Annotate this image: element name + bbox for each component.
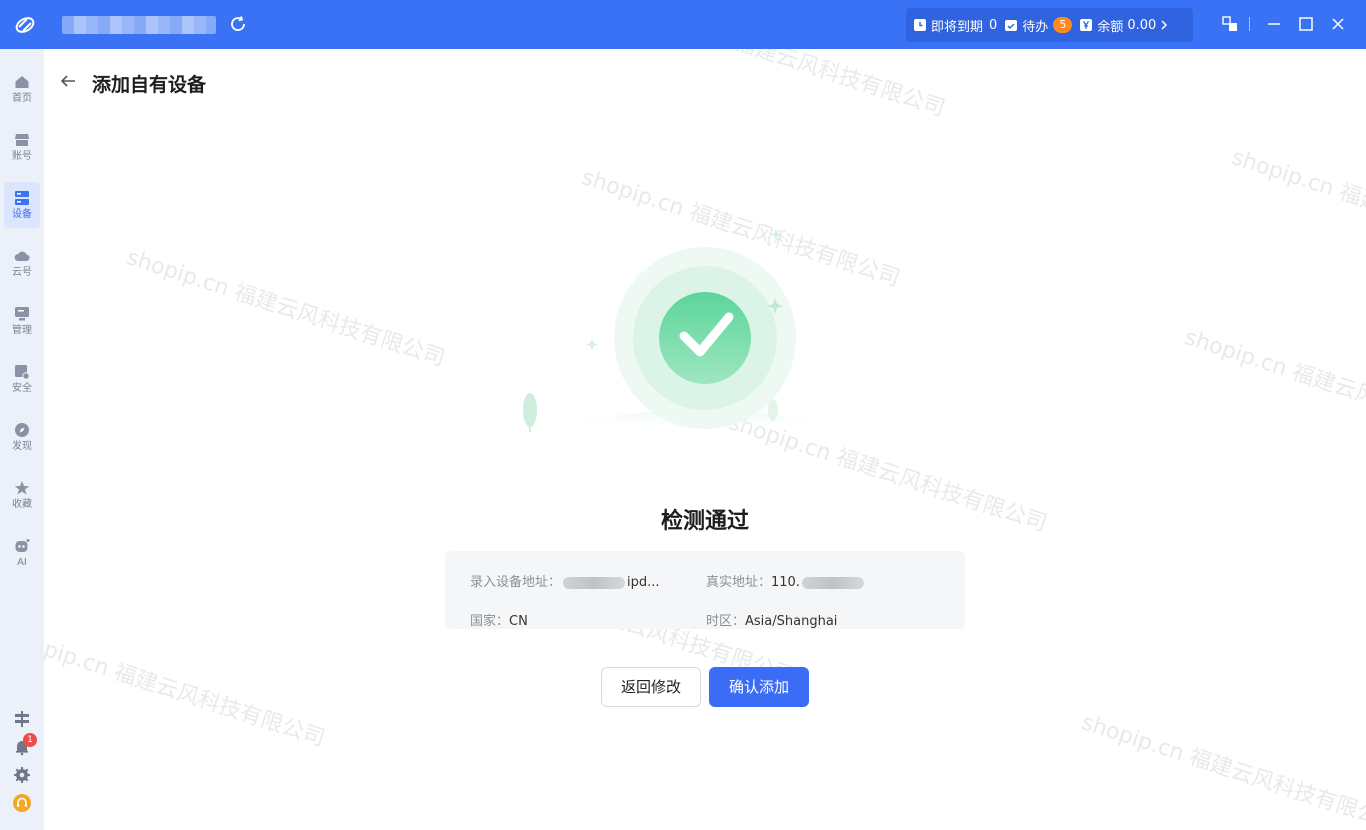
- clock-icon: [914, 19, 926, 31]
- sidebar-item-accounts[interactable]: 账号: [4, 124, 40, 170]
- sidebar-item-label: 安全: [12, 382, 32, 394]
- close-icon[interactable]: [1328, 14, 1348, 34]
- todo-indicator[interactable]: 待办 5: [1005, 16, 1073, 35]
- server-icon: [15, 190, 29, 205]
- sidebar-item-cloud[interactable]: 云号: [4, 240, 40, 286]
- gear-icon[interactable]: [13, 766, 31, 784]
- signpost-icon[interactable]: [13, 710, 31, 728]
- real-address-row: 真实地址：110.: [706, 571, 866, 590]
- success-check-illustration: [510, 230, 890, 440]
- country-value: CN: [509, 614, 528, 629]
- blurred-account-name: [62, 16, 216, 34]
- sidebar-item-label: AI: [17, 556, 27, 568]
- compass-icon: [15, 422, 29, 437]
- app-logo-icon: [15, 17, 35, 33]
- monitor-icon: [15, 306, 29, 320]
- yen-icon: [1080, 19, 1093, 31]
- balance-label: 余额: [1097, 19, 1124, 35]
- watermark: shopip.cn 福建云风科技有限公司: [1078, 710, 1366, 830]
- timezone-value: Asia/Shanghai: [745, 614, 838, 629]
- notification-badge: 1: [23, 733, 37, 747]
- timezone-row: 时区：Asia/Shanghai: [706, 610, 837, 629]
- sidebar-item-label: 云号: [12, 266, 32, 278]
- device-address-label: 录入设备地址：: [470, 575, 562, 590]
- device-address-suffix: ipd...: [627, 575, 660, 590]
- pin-window-icon[interactable]: [1220, 14, 1240, 34]
- maximize-icon[interactable]: [1296, 14, 1316, 34]
- sidebar-item-label: 发现: [12, 440, 32, 452]
- sidebar-item-label: 设备: [12, 208, 32, 220]
- sidebar-item-discover[interactable]: 发现: [4, 414, 40, 460]
- country-label: 国家：: [470, 614, 510, 629]
- balance-indicator[interactable]: 余额 0.00: [1080, 16, 1170, 35]
- minimize-icon[interactable]: [1264, 14, 1284, 34]
- calendar-check-icon: [1005, 20, 1018, 31]
- redacted-value: [563, 576, 626, 589]
- watermark: shopip.cn 福建云风科技有限公司: [123, 245, 448, 372]
- expiring-count: 0: [989, 17, 998, 33]
- sidebar-item-label: 管理: [12, 324, 32, 336]
- store-icon: [15, 133, 29, 146]
- watermark: shopip.cn 福建云风科技有限公司: [3, 625, 328, 752]
- result-title: 检测通过: [660, 509, 749, 534]
- cloud-icon: [14, 251, 30, 261]
- sidebar-item-label: 首页: [12, 92, 32, 104]
- watermark: shopip.cn 福建云风科技有限公司: [1228, 145, 1366, 272]
- home-icon: [15, 75, 29, 88]
- refresh-icon[interactable]: [229, 15, 247, 33]
- sidebar-item-manage[interactable]: 管理: [4, 298, 40, 344]
- star-icon: [14, 480, 30, 495]
- balance-value: 0.00: [1127, 17, 1157, 33]
- redacted-value: [801, 576, 864, 589]
- title-bar: 即将到期 0 待办 5 余额 0.00: [0, 0, 1366, 49]
- sidebar-item-devices[interactable]: 设备: [4, 182, 40, 228]
- chevron-right-icon: [1161, 20, 1168, 30]
- expiring-indicator[interactable]: 即将到期 0: [914, 16, 997, 35]
- sidebar-item-security[interactable]: 安全: [4, 356, 40, 402]
- device-address-row: 录入设备地址： ipd...: [470, 571, 660, 590]
- timezone-label: 时区：: [706, 614, 746, 629]
- sidebar-item-home[interactable]: 首页: [4, 66, 40, 112]
- sidebar-item-ai[interactable]: AI: [4, 530, 40, 576]
- shield-icon: [15, 364, 30, 380]
- confirm-add-button[interactable]: 确认添加: [709, 667, 809, 707]
- back-modify-button[interactable]: 返回修改: [601, 667, 701, 707]
- real-address-label: 真实地址：: [706, 575, 772, 590]
- country-row: 国家：CN: [470, 610, 528, 629]
- robot-icon: [15, 538, 30, 552]
- sidebar-item-label: 账号: [12, 150, 32, 162]
- headset-support-icon[interactable]: [13, 794, 31, 812]
- todo-label: 待办: [1022, 19, 1049, 35]
- titlebar-divider: [1249, 17, 1250, 31]
- page-title: 添加自有设备: [92, 74, 207, 96]
- expiring-label: 即将到期: [931, 19, 984, 35]
- account-status-bar: 即将到期 0 待办 5 余额 0.00: [906, 8, 1193, 42]
- detection-info-card: 录入设备地址： ipd... 真实地址：110. 国家：CN 时区：Asia/Sh…: [445, 551, 965, 629]
- sidebar: 首页 账号 设备 云号 管理 安全 发现 收藏 AI 1: [0, 49, 44, 830]
- watermark: shopip.cn 福建云风科技有限公司: [1181, 325, 1366, 452]
- back-arrow-icon[interactable]: [59, 72, 77, 90]
- todo-count-badge: 5: [1053, 17, 1073, 33]
- real-address-prefix: 110.: [771, 575, 800, 590]
